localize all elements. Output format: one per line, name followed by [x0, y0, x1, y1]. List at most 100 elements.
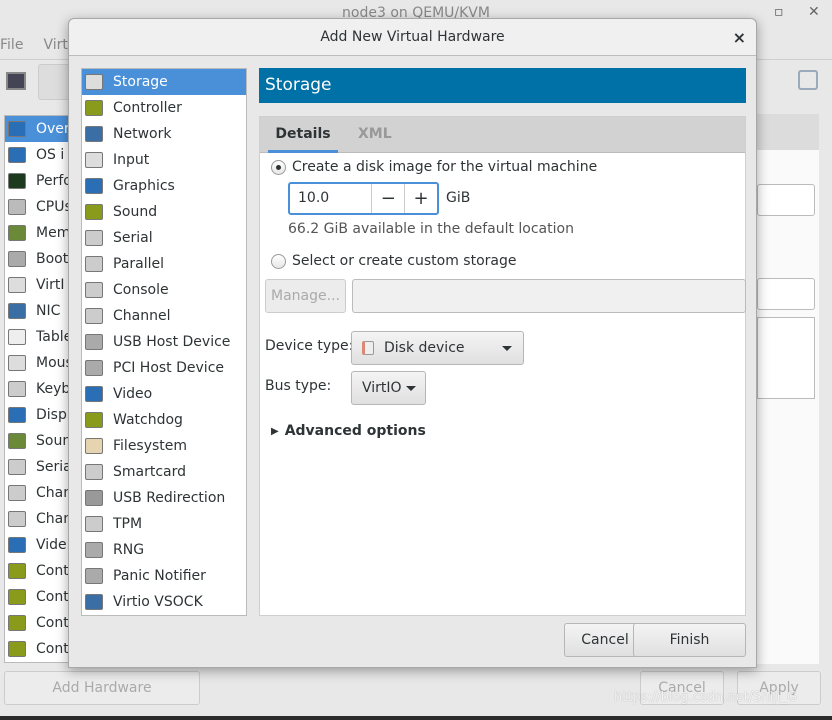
size-input[interactable]: 10.0: [290, 184, 371, 213]
chevron-down-icon: [406, 386, 416, 391]
available-space: 66.2 GiB available in the default locati…: [288, 221, 574, 237]
list-item[interactable]: TPM: [82, 511, 246, 537]
network-icon: [85, 594, 103, 610]
disk-icon: [362, 341, 374, 355]
list-item-label: CPUs: [36, 199, 72, 215]
list-item-label: Video: [113, 386, 153, 402]
performance-icon: [8, 173, 26, 189]
add-hardware-button[interactable]: Add Hardware: [4, 671, 200, 705]
terminal-strip: [0, 716, 832, 720]
device-type-label: Device type:: [265, 338, 354, 354]
list-item[interactable]: RNG: [82, 537, 246, 563]
list-item[interactable]: Storage: [82, 69, 246, 95]
list-item[interactable]: Network: [82, 121, 246, 147]
controller-icon: [85, 100, 103, 116]
hardware-type-list: Storage Controller Network Input Graphics Sou…: [81, 68, 247, 616]
list-item-label: PCI Host Device: [113, 360, 225, 376]
list-item[interactable]: Filesystem: [82, 433, 246, 459]
close-window-button[interactable]: ✕: [808, 4, 820, 20]
menu-file[interactable]: File: [0, 37, 23, 53]
console-icon[interactable]: [6, 72, 26, 90]
close-icon[interactable]: ×: [733, 19, 746, 56]
bg-input[interactable]: [757, 278, 815, 310]
watermark: https://blog.csdn.net/Shiji_G: [614, 690, 797, 705]
list-item-label: Console: [113, 282, 169, 298]
maximize-button[interactable]: ▫: [774, 4, 784, 20]
list-item-label: Chan: [36, 511, 73, 527]
controller-icon: [8, 589, 26, 605]
list-item-label: Parallel: [113, 256, 165, 272]
list-item-label: Watchdog: [113, 412, 183, 428]
chevron-down-icon: [502, 346, 512, 351]
list-item[interactable]: Serial: [82, 225, 246, 251]
list-item[interactable]: Watchdog: [82, 407, 246, 433]
list-item-label: Virtio VSOCK: [113, 594, 203, 610]
list-item[interactable]: USB Redirection: [82, 485, 246, 511]
list-item-label: OS i: [36, 147, 65, 163]
smartcard-icon: [85, 464, 103, 480]
monitor-icon: [8, 121, 26, 137]
notebook: Details XML Create a disk image for the …: [259, 116, 746, 616]
list-item-label: Boot: [36, 251, 69, 267]
disk-icon: [8, 277, 26, 293]
manage-button[interactable]: Manage...: [265, 279, 346, 313]
list-item-label: TPM: [113, 516, 143, 532]
create-disk-radio[interactable]: [271, 159, 286, 175]
bg-textarea[interactable]: [757, 317, 815, 399]
advanced-options-label: Advanced options: [284, 423, 426, 439]
list-item[interactable]: Sound: [82, 199, 246, 225]
list-item-label: Storage: [113, 74, 168, 90]
list-item[interactable]: Console: [82, 277, 246, 303]
decrement-button[interactable]: −: [371, 184, 404, 213]
list-item[interactable]: Parallel: [82, 251, 246, 277]
size-spinbutton[interactable]: 10.0− +: [288, 182, 439, 215]
bg-input[interactable]: [757, 184, 815, 216]
custom-path-input[interactable]: [352, 279, 746, 313]
list-item-label: Displ: [36, 407, 71, 423]
list-item[interactable]: USB Host Device: [82, 329, 246, 355]
monitor-icon: [85, 178, 103, 194]
advanced-options-expander[interactable]: ▶ Advanced options: [271, 423, 426, 439]
list-item-label: Table: [36, 329, 73, 345]
tab-bar: Details XML: [260, 117, 745, 153]
increment-button[interactable]: +: [404, 184, 437, 213]
list-item-label: Channel: [113, 308, 171, 324]
dialog-header: Add New Virtual Hardware ×: [69, 19, 756, 56]
device-type-value: Disk device: [384, 340, 465, 356]
serial-icon: [8, 485, 26, 501]
list-item[interactable]: Virtio VSOCK: [82, 589, 246, 615]
list-item-label: Vide: [36, 537, 67, 553]
folder-icon: [85, 438, 103, 454]
device-type-dropdown[interactable]: Disk device: [351, 331, 524, 365]
list-item[interactable]: Smartcard: [82, 459, 246, 485]
details-button[interactable]: [38, 64, 72, 100]
list-item[interactable]: Video: [82, 381, 246, 407]
controller-icon: [8, 563, 26, 579]
finish-button[interactable]: Finish: [633, 623, 746, 657]
custom-storage-radio[interactable]: [271, 253, 286, 269]
list-item[interactable]: Input: [82, 147, 246, 173]
monitor-icon: [8, 537, 26, 553]
tab-xml[interactable]: XML: [358, 117, 392, 153]
disk-icon: [85, 74, 103, 90]
list-item[interactable]: Graphics: [82, 173, 246, 199]
list-item-label: Perfo: [36, 173, 72, 189]
monitor-icon: [8, 147, 26, 163]
list-item-label: VirtI: [36, 277, 65, 293]
mouse-icon: [8, 355, 26, 371]
list-item-label: NIC: [36, 303, 61, 319]
list-item[interactable]: Channel: [82, 303, 246, 329]
bus-type-value: VirtIO: [362, 380, 402, 396]
list-item-label: Panic Notifier: [113, 568, 206, 584]
tab-details[interactable]: Details: [268, 117, 338, 153]
list-item[interactable]: Controller: [82, 95, 246, 121]
list-item[interactable]: Panic Notifier: [82, 563, 246, 589]
list-item-label: Filesystem: [113, 438, 188, 454]
bus-type-dropdown[interactable]: VirtIO: [351, 371, 426, 405]
fullscreen-icon[interactable]: [798, 70, 818, 90]
list-item[interactable]: PCI Host Device: [82, 355, 246, 381]
memory-icon: [8, 225, 26, 241]
network-icon: [8, 303, 26, 319]
list-item-label: USB Host Device: [113, 334, 231, 350]
list-item-label: Chan: [36, 485, 73, 501]
